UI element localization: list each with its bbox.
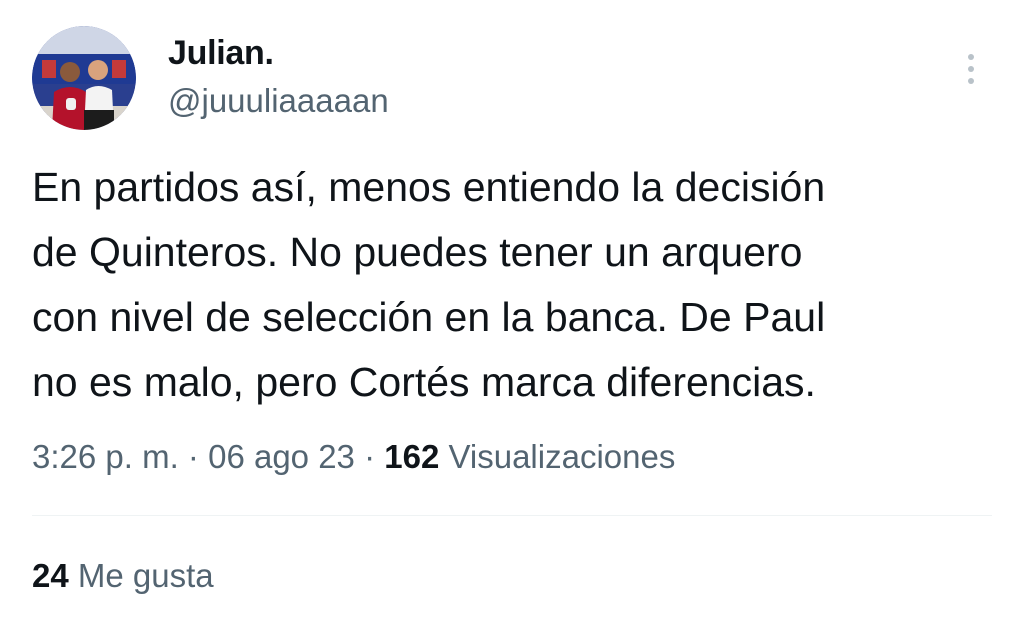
likes-count: 24: [32, 557, 69, 594]
views-count: 162: [384, 438, 440, 475]
author-handle[interactable]: @juuuliaaaaan: [168, 82, 389, 120]
tweet-text: En partidos así, menos entiendo la decis…: [32, 155, 992, 415]
divider: [32, 515, 992, 516]
tweet-text-line: con nivel de selección en la banca. De P…: [32, 294, 826, 340]
tweet-text-line: no es malo, pero Cortés marca diferencia…: [32, 359, 816, 405]
avatar-image: [32, 26, 136, 130]
likes-label: Me gusta: [77, 557, 214, 594]
avatar[interactable]: [32, 26, 136, 130]
more-vertical-icon[interactable]: [958, 50, 984, 90]
tweet-metadata: 3:26 p. m. · 06 ago 23 · 162 Visualizaci…: [32, 438, 675, 476]
views-label[interactable]: Visualizaciones: [448, 438, 675, 475]
tweet-time[interactable]: 3:26 p. m.: [32, 438, 179, 475]
likes-stat[interactable]: 24 Me gusta: [32, 557, 214, 595]
meta-separator: ·: [364, 438, 376, 475]
tweet-text-line: de Quinteros. No puedes tener un arquero: [32, 229, 803, 275]
tweet-card: Julian. @juuuliaaaaan En partidos así, m…: [0, 0, 1024, 629]
tweet-text-line: En partidos así, menos entiendo la decis…: [32, 164, 826, 210]
tweet-date[interactable]: 06 ago 23: [208, 438, 355, 475]
author-display-name[interactable]: Julian.: [168, 34, 274, 73]
meta-separator: ·: [187, 438, 199, 475]
